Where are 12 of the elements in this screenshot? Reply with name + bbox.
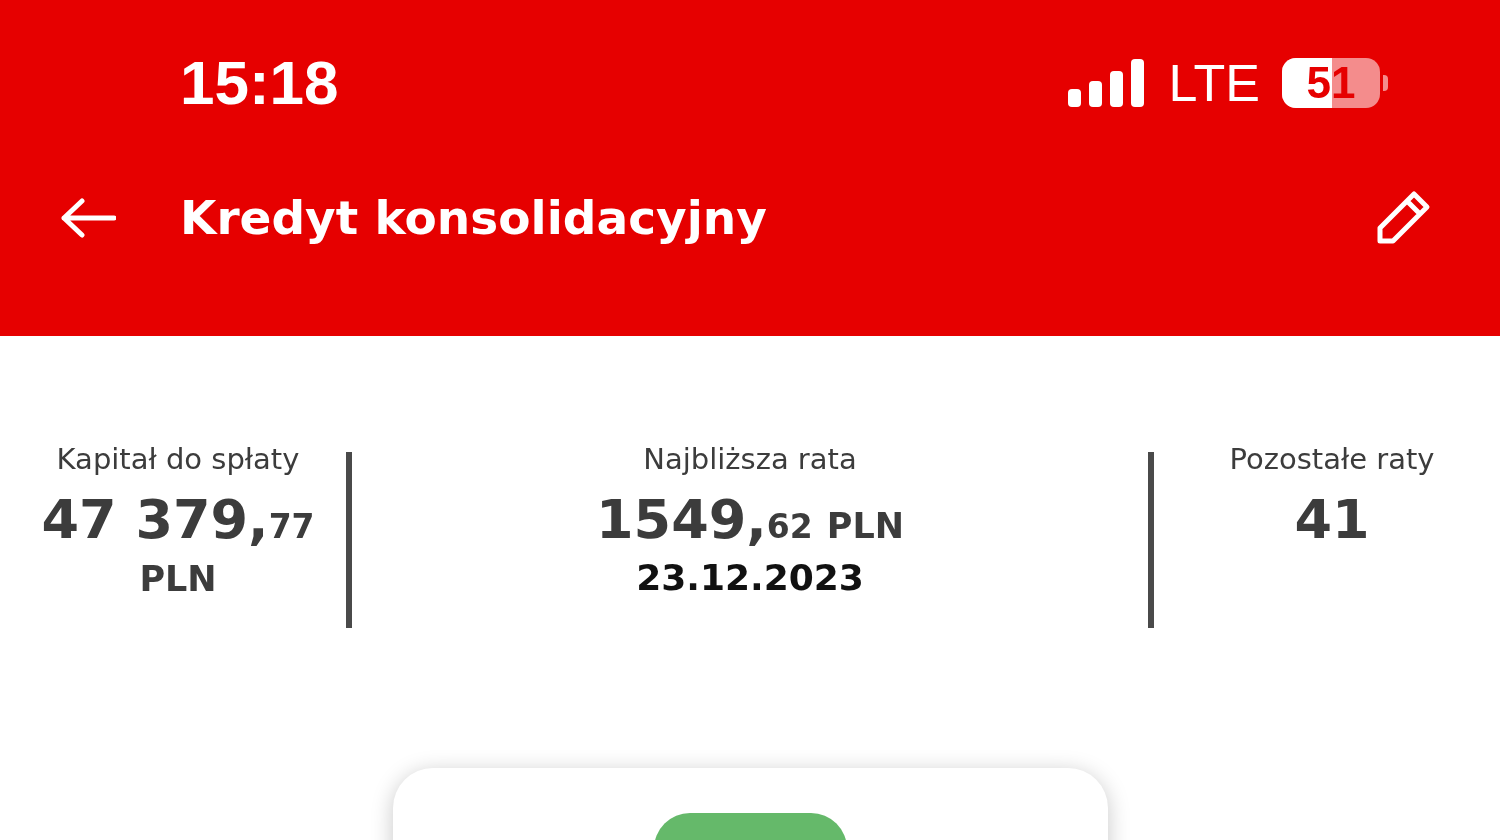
signal-icon [1068,58,1147,107]
stat-label: Pozostałe raty [1229,442,1435,476]
due-date: 23.12.2023 [636,557,864,599]
currency-label: PLN [139,559,217,600]
network-type: LTE [1168,52,1260,113]
status-time: 15:18 [180,47,339,118]
stat-value: 41 [1294,490,1370,550]
stat-label: Kapitał do spłaty [56,442,300,476]
stat-label: Najbliższa rata [643,442,857,476]
stat-value: 1549,62 PLN [596,490,904,550]
stat-value: 47 379,77 [41,490,315,550]
screen-title: Kredyt konsolidacyjny [180,190,768,245]
